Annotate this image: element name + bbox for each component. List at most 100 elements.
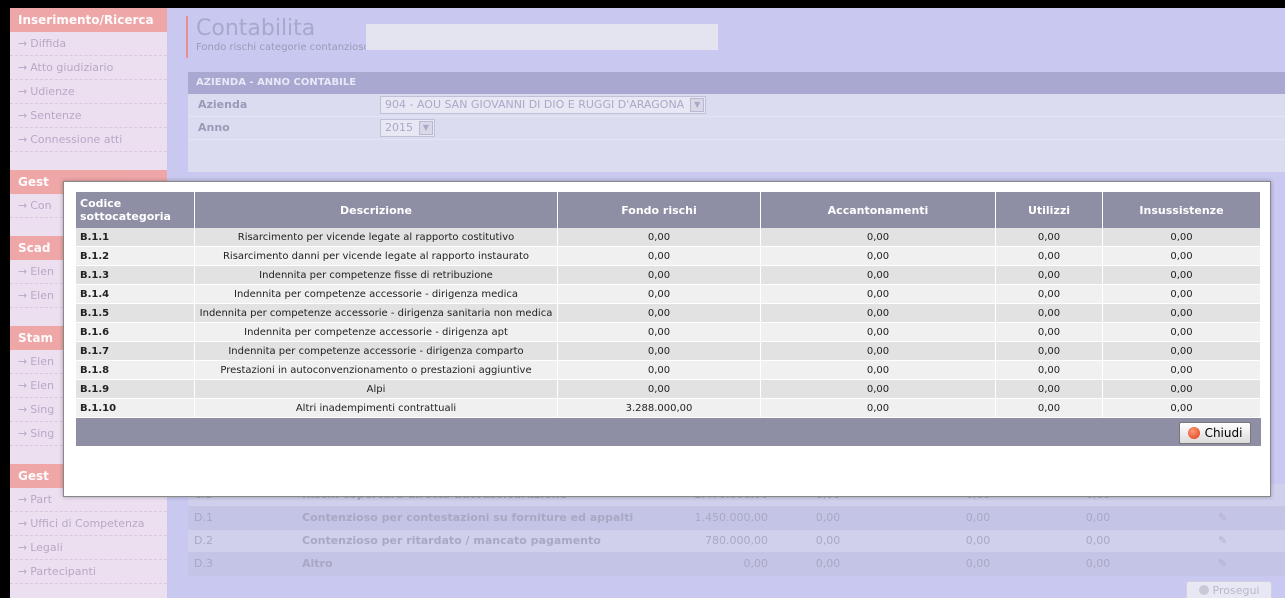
detail-icon[interactable]: ✎	[1218, 553, 1227, 575]
header-blank-field	[366, 24, 718, 50]
detail-icon[interactable]: ✎	[1218, 507, 1227, 529]
sidebar-item-label: Diffida	[30, 37, 67, 50]
cell-insussistenze: 0,00	[1102, 379, 1261, 399]
arrow-right-icon: →	[18, 403, 28, 416]
cell-codice: B.1.8	[76, 360, 195, 380]
sidebar-item[interactable]: → Connessione atti	[10, 128, 167, 152]
cell-util: 0,00	[965, 534, 991, 547]
cell-codice: B.1.5	[76, 303, 195, 323]
chevron-down-icon[interactable]: ▼	[690, 98, 705, 112]
cell-accantonamenti: 0,00	[760, 341, 996, 361]
table-row: B.1.10 Altri inadempimenti contrattuali 3.…	[76, 398, 1261, 418]
arrow-right-icon: →	[18, 541, 28, 554]
cell-codice: B.1.4	[76, 284, 195, 304]
prosegui-label: Prosegui	[1212, 584, 1260, 597]
cell-fondo: 0,00	[557, 341, 761, 361]
cell-accantonamenti: 0,00	[760, 360, 996, 380]
cell-ins: 0,00	[1085, 534, 1111, 547]
sidebar-item[interactable]: → Sentenze	[10, 104, 167, 128]
sidebar-item[interactable]: → Udienze	[10, 80, 167, 104]
cell-fondo: 0,00	[557, 265, 761, 285]
cell-insussistenze: 0,00	[1102, 265, 1261, 285]
cell-util: 0,00	[965, 557, 991, 570]
modal-footer: Chiudi	[76, 418, 1261, 446]
chevron-down-icon[interactable]: ▼	[419, 121, 433, 135]
modal-body: Codice sottocategoria Descrizione Fondo …	[76, 192, 1261, 446]
sidebar-item-label: Elen	[30, 379, 54, 392]
cell-desc: Altro	[302, 557, 333, 570]
cell-accantonamenti: 0,00	[760, 246, 996, 266]
cell-acc: 0,00	[815, 557, 841, 570]
cell-code: D.3	[194, 557, 213, 570]
page-header: Contabilita Fondo rischi categorie conta…	[186, 16, 370, 58]
cell-utilizzi: 0,00	[995, 284, 1103, 304]
cell-utilizzi: 0,00	[995, 398, 1103, 418]
sidebar-item[interactable]: → Partecipanti	[10, 560, 167, 584]
sidebar-item-label: Connessione atti	[30, 133, 123, 146]
table-row: D.3 Altro 0,00 0,00 0,00 0,00 ✎	[188, 553, 1285, 576]
cell-descrizione: Altri inadempimenti contrattuali	[194, 398, 558, 418]
arrow-right-icon: →	[18, 85, 28, 98]
arrow-right-icon: →	[18, 133, 28, 146]
detail-icon[interactable]: ✎	[1218, 530, 1227, 552]
sidebar-section-title[interactable]: Inserimento/Ricerca	[10, 8, 167, 32]
cell-descrizione: Risarcimento danni per vicende legate al…	[194, 246, 558, 266]
cell-codice: B.1.10	[76, 398, 195, 418]
subcategory-table: Codice sottocategoria Descrizione Fondo …	[76, 192, 1261, 418]
cell-codice: B.1.7	[76, 341, 195, 361]
close-icon	[1187, 427, 1200, 439]
page-subtitle: Fondo rischi categorie contanzioso	[196, 42, 370, 53]
sidebar-item[interactable]: → Diffida	[10, 32, 167, 56]
cell-util: 0,00	[965, 511, 991, 524]
cell-fondo: 0,00	[557, 284, 761, 304]
sidebar-item-label: Legali	[30, 541, 63, 554]
cell-acc: 0,00	[815, 534, 841, 547]
cell-insussistenze: 0,00	[1102, 246, 1261, 266]
arrow-right-icon: →	[18, 199, 28, 212]
azienda-row: Azienda 904 - AOU SAN GIOVANNI DI DIO E …	[188, 94, 1285, 117]
azienda-select[interactable]: 904 - AOU SAN GIOVANNI DI DIO E RUGGI D'…	[380, 96, 707, 114]
cell-insussistenze: 0,00	[1102, 284, 1261, 304]
table-row: B.1.8 Prestazioni in autoconvenzionamento…	[76, 360, 1261, 380]
table-row: D.1 Contenzioso per contestazioni su forn…	[188, 507, 1285, 530]
cell-ins: 0,00	[1085, 557, 1111, 570]
cell-code: D.1	[194, 511, 213, 524]
cell-fondo: 0,00	[557, 379, 761, 399]
cell-descrizione: Indennita per competenze fisse di retrib…	[194, 265, 558, 285]
cell-codice: B.1.2	[76, 246, 195, 266]
sidebar-item-label: Partecipanti	[30, 565, 96, 578]
arrow-right-icon: →	[18, 493, 28, 506]
sidebar-item[interactable]: → Uffici di Competenza	[10, 512, 167, 536]
cell-utilizzi: 0,00	[995, 360, 1103, 380]
arrow-right-icon: →	[18, 37, 28, 50]
cell-insussistenze: 0,00	[1102, 228, 1261, 247]
table-row: B.1.3 Indennita per competenze fisse di r…	[76, 265, 1261, 285]
cell-descrizione: Indennita per competenze accessorie - di…	[194, 322, 558, 342]
anno-select[interactable]: 2015 ▼	[380, 119, 435, 137]
table-row: B.1.9 Alpi 0,00 0,00 0,00 0,00	[76, 379, 1261, 399]
cell-codice: B.1.6	[76, 322, 195, 342]
sidebar-item-label: Con	[30, 199, 52, 212]
cell-insussistenze: 0,00	[1102, 341, 1261, 361]
sidebar-item[interactable]: → Atto giudiziario	[10, 56, 167, 80]
cell-insussistenze: 0,00	[1102, 360, 1261, 380]
azienda-value: 904 - AOU SAN GIOVANNI DI DIO E RUGGI D'…	[385, 98, 685, 111]
table-header-row: Codice sottocategoria Descrizione Fondo …	[76, 192, 1261, 228]
cell-ins: 0,00	[1085, 511, 1111, 524]
subcategory-modal: Codice sottocategoria Descrizione Fondo …	[63, 181, 1271, 497]
cell-utilizzi: 0,00	[995, 246, 1103, 266]
chiudi-button[interactable]: Chiudi	[1179, 422, 1251, 444]
cell-insussistenze: 0,00	[1102, 398, 1261, 418]
sidebar-item-label: Sentenze	[30, 109, 82, 122]
arrow-right-icon: →	[18, 517, 28, 530]
sidebar-item[interactable]: → Legali	[10, 536, 167, 560]
azienda-label: Azienda	[198, 98, 248, 111]
cell-accantonamenti: 0,00	[760, 284, 996, 304]
table-row: B.1.1 Risarcimento per vicende legate al …	[76, 228, 1261, 247]
anno-value: 2015	[385, 121, 413, 134]
prosegui-button[interactable]: Prosegui	[1186, 581, 1272, 598]
cell-insussistenze: 0,00	[1102, 303, 1261, 323]
table-row: D.2 Contenzioso per ritardato / mancato p…	[188, 530, 1285, 553]
cell-acc: 0,00	[815, 511, 841, 524]
